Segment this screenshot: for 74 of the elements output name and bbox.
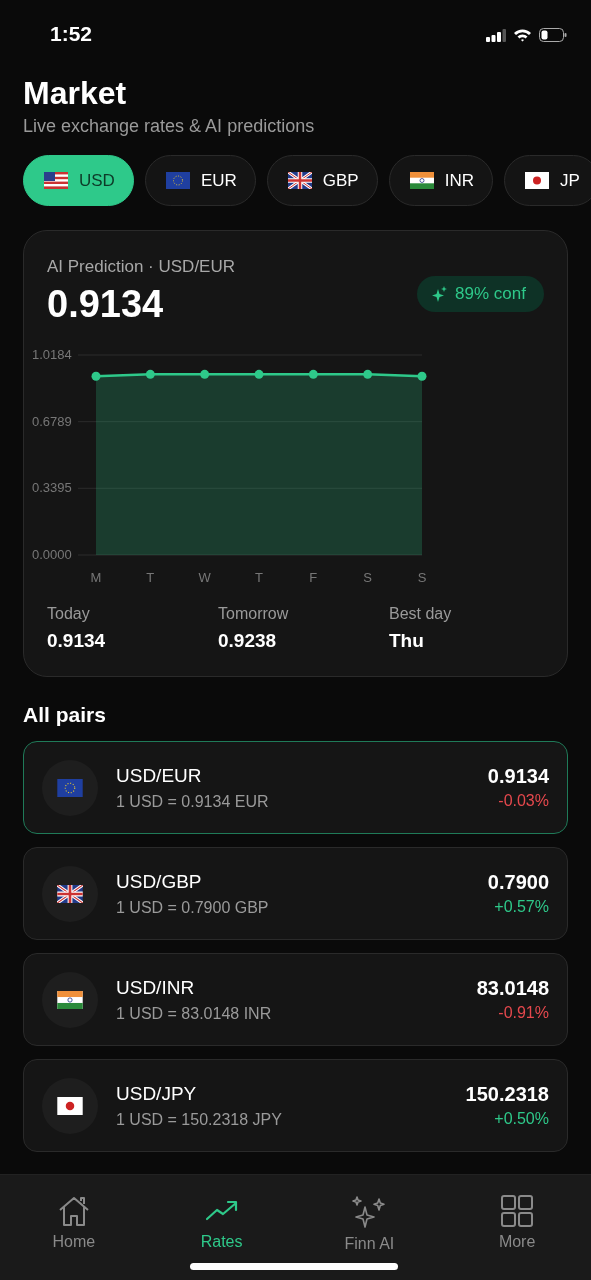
pair-row[interactable]: USD/JPY 1 USD = 150.2318 JPY 150.2318 +0.50% [23,1059,568,1152]
flag-icon [57,990,83,1009]
pair-rate: 83.0148 [476,977,549,1000]
data-point [254,369,264,379]
pair-rate: 0.7900 [487,871,549,894]
signal-icon [486,28,506,42]
status-time: 1:52 [50,22,93,46]
axis-tick-label: W [198,570,211,585]
data-point [417,371,427,381]
wifi-icon [513,28,532,42]
axis-tick-label: 0.6789 [32,413,72,429]
flag-icon [57,778,83,797]
pair-detail: 1 USD = 83.0148 INR [116,1004,273,1023]
stat-value: 0.9238 [218,630,278,652]
axis-tick-label: T [146,570,155,585]
battery-icon [539,28,567,42]
pair-detail: 1 USD = 0.7900 GBP [116,898,270,917]
confidence-badge: 89% conf [417,276,544,312]
tab-item[interactable]: Home [46,1175,102,1252]
tab-item[interactable]: More [492,1175,542,1252]
pair-name: USD/JPY [116,1082,198,1105]
tab-item[interactable]: Finn AI [338,1175,401,1254]
pair-change: -0.03% [498,792,549,810]
flag-icon [409,172,434,189]
pair-row[interactable]: USD/GBP 1 USD = 0.7900 GBP 0.7900 +0.57% [23,847,568,940]
data-point [145,369,155,379]
axis-tick-label: T [255,570,263,585]
stat-label: Best day [389,605,453,623]
flag-icon [44,172,68,189]
pair-change: -0.91% [498,1004,549,1022]
currency-chip[interactable]: GBP [266,155,378,206]
data-point [308,369,318,379]
pair-rate: 150.2318 [465,1083,549,1106]
pair-name: USD/INR [116,976,196,999]
currency-chip[interactable]: JP [504,155,591,206]
pair-row[interactable]: USD/EUR 1 USD = 0.9134 EUR 0.9134 -0.03% [23,741,568,834]
axis-tick-label: 0.0000 [32,547,72,562]
prediction-value: 0.9134 [47,283,165,326]
axis-tick-label: S [417,570,427,585]
section-title: All pairs [23,703,107,727]
flag-icon [57,1096,83,1115]
tab-item[interactable]: Rates [194,1175,249,1252]
flag-icon [525,172,549,189]
data-point [363,369,373,379]
pair-detail: 1 USD = 150.2318 JPY [116,1110,283,1129]
stat-value: 0.9134 [47,630,107,652]
axis-tick-label: S [363,570,372,585]
pair-change: +0.50% [494,1110,549,1128]
stat-label: Today [47,605,91,623]
flag-icon [57,884,83,903]
data-point [200,369,210,379]
pair-change: +0.57% [494,898,549,916]
pair-detail: 1 USD = 0.9134 EUR [116,792,270,811]
page-subtitle: Live exchange rates & AI predictions [23,116,316,137]
stat-value: Thu [389,630,425,652]
currency-chip[interactable]: EUR [144,155,256,206]
pair-name: USD/EUR [116,764,203,787]
axis-tick-label: M [90,570,102,585]
currency-chip[interactable]: INR [388,155,493,206]
axis-tick-label: 0.3395 [32,480,72,496]
flag-icon [287,172,312,189]
stat-label: Tomorrow [218,605,290,623]
axis-tick-label: F [309,570,318,585]
data-point [91,371,101,381]
pair-name: USD/GBP [116,870,203,893]
pair-row[interactable]: USD/INR 1 USD = 83.0148 INR 83.0148 -0.91% [23,953,568,1046]
grid-icon [500,1195,535,1227]
prediction-label: AI Prediction · USD/EUR [47,257,235,277]
pair-rate: 0.9134 [487,765,549,788]
flag-icon [165,172,190,189]
sparkles-icon [351,1195,388,1229]
axis-tick-label: 1.0184 [32,347,72,362]
page-title: Market [23,74,128,112]
currency-chip[interactable]: USD [23,155,134,206]
